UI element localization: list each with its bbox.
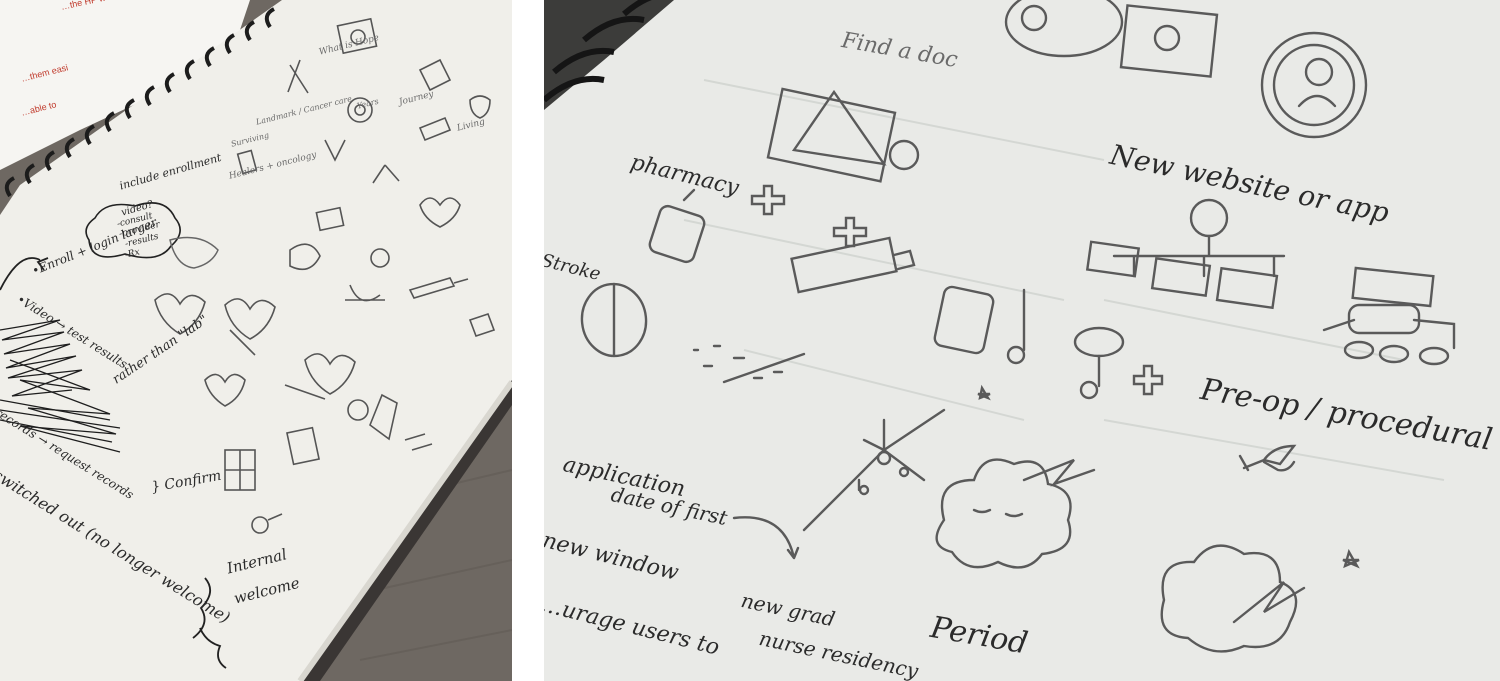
left-sketchbook-photo: …the HP world when looking …them easi …a… <box>0 0 512 681</box>
right-sketch-drawing <box>544 0 1500 681</box>
right-sketchbook-photo: Find a doc pharmacy New website or app S… <box>544 0 1500 681</box>
